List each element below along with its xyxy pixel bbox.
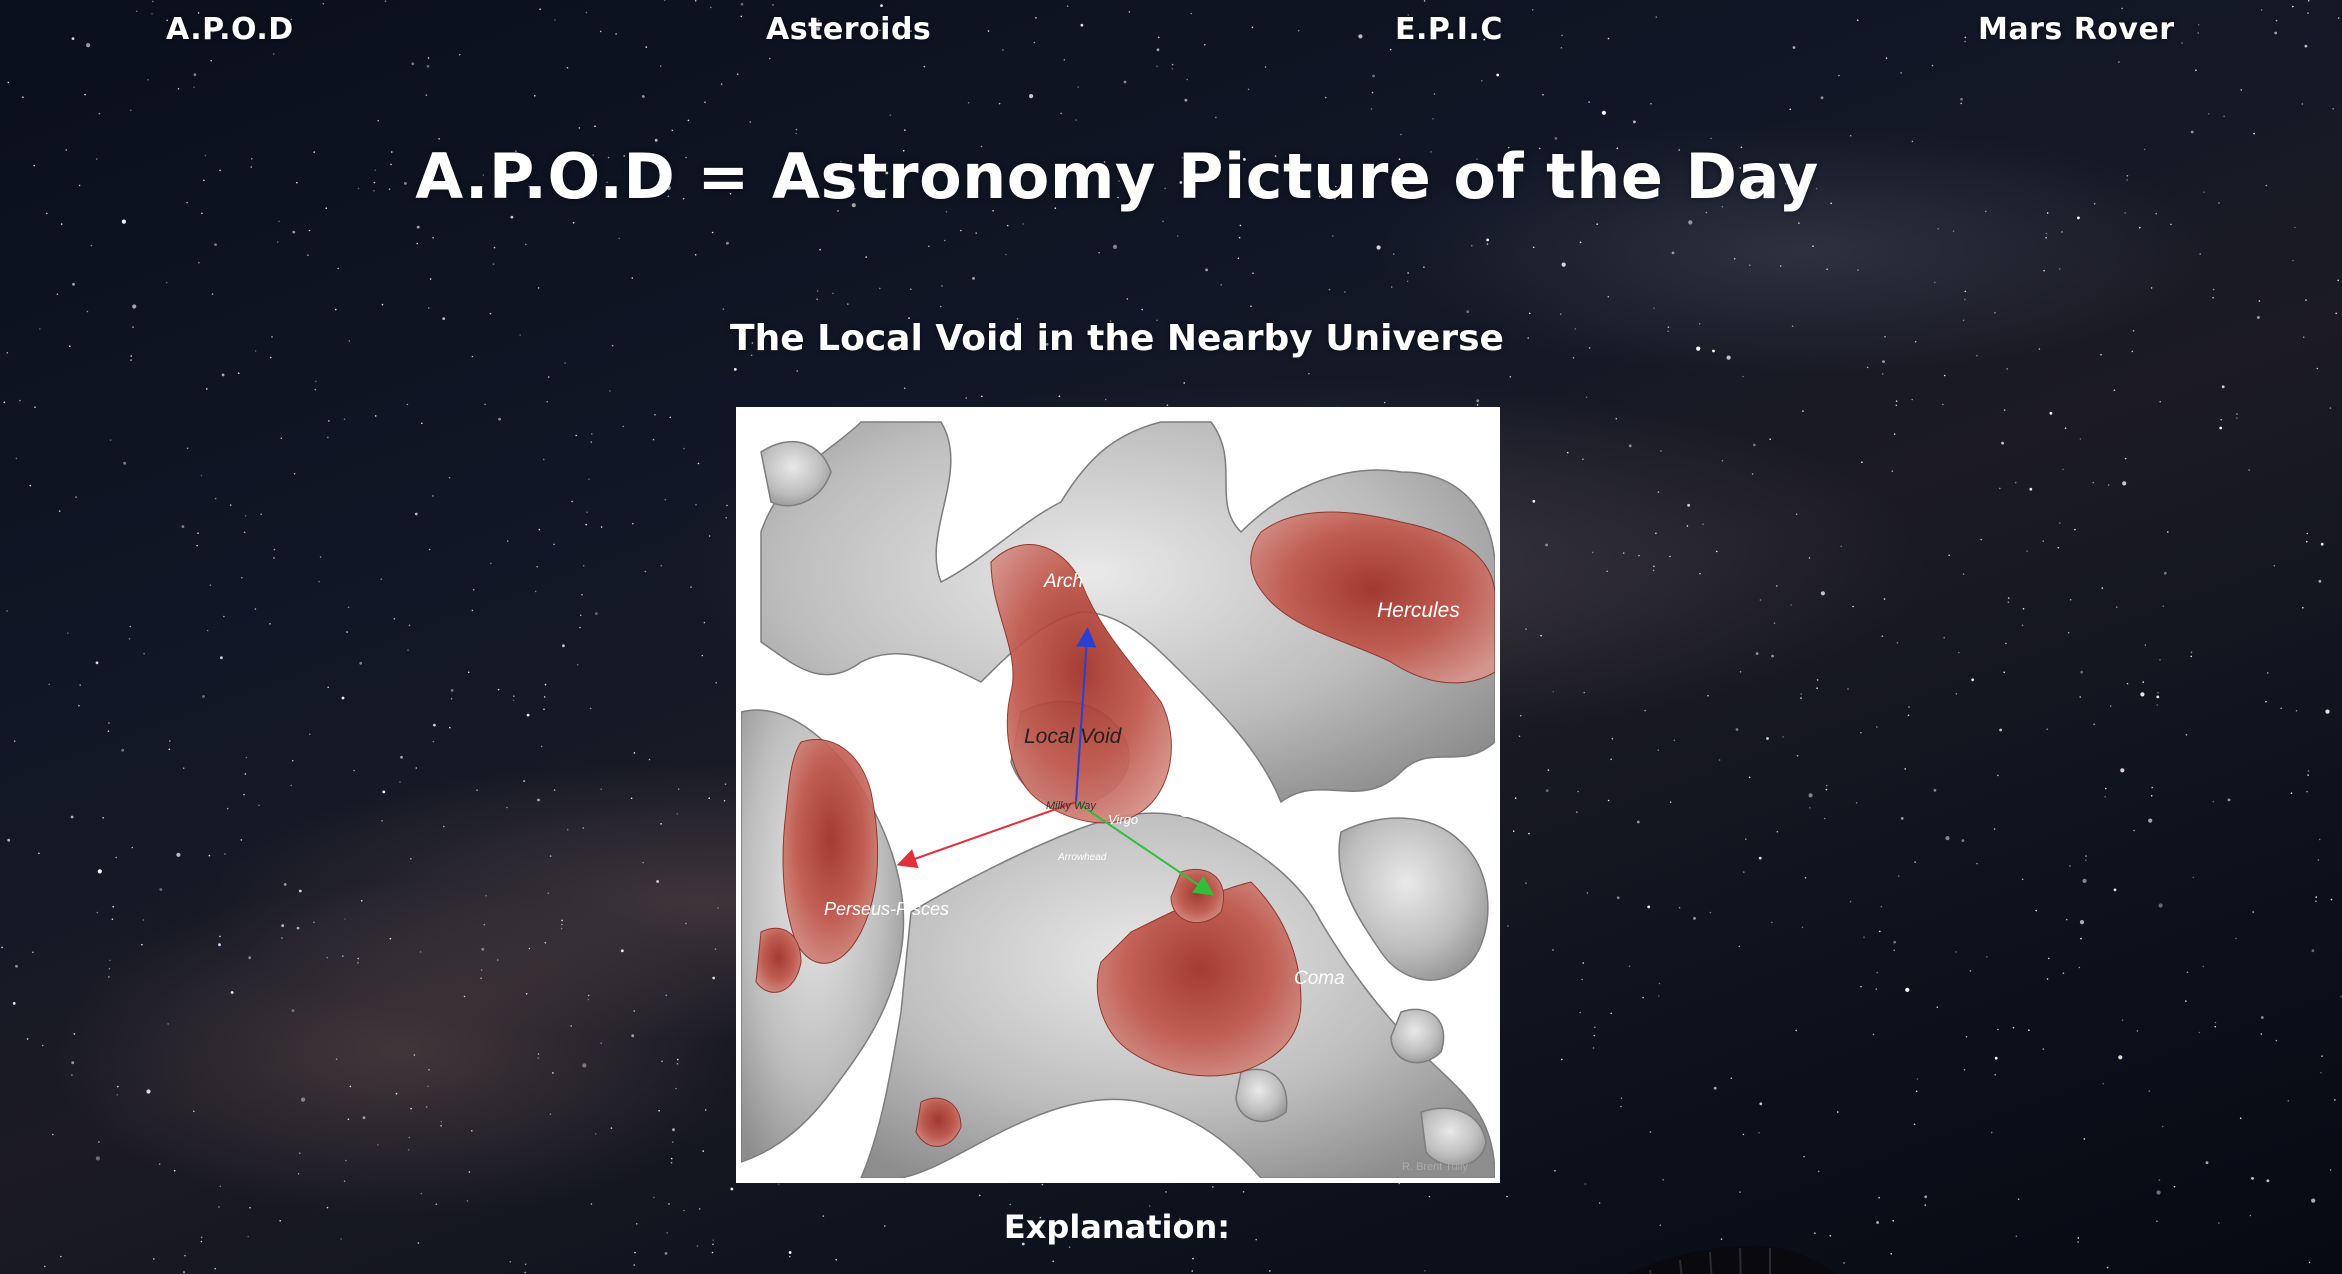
nav-link-mars-rover[interactable]: Mars Rover — [1978, 12, 2175, 47]
nav-link-asteroids[interactable]: Asteroids — [766, 12, 931, 47]
label-arch: Arch — [1043, 571, 1083, 592]
antenna-silhouette — [1626, 1245, 1836, 1274]
image-credit: R. Brent Tully — [1402, 1161, 1469, 1173]
label-virgo: Virgo — [1108, 812, 1138, 827]
apod-image-graphic: Arch Hercules Local Void Milky Way Virgo… — [741, 412, 1495, 1178]
top-nav: A.P.O.D Asteroids E.P.I.C Mars Rover — [0, 12, 2342, 56]
nav-link-epic[interactable]: E.P.I.C — [1395, 12, 1503, 47]
label-local-void: Local Void — [1024, 725, 1123, 748]
page-title: A.P.O.D = Astronomy Picture of the Day — [415, 140, 1819, 213]
page: A.P.O.D Asteroids E.P.I.C Mars Rover A.P… — [0, 0, 2342, 1274]
label-great-attractor: Great Attractor — [1179, 802, 1291, 821]
label-hercules: Hercules — [1377, 599, 1460, 622]
explanation-heading: Explanation: — [1003, 1208, 1231, 1246]
label-coma: Coma — [1294, 968, 1345, 989]
nav-link-apod[interactable]: A.P.O.D — [166, 12, 294, 47]
label-milky-way: Milky Way — [1046, 800, 1097, 812]
apod-image[interactable]: Arch Hercules Local Void Milky Way Virgo… — [736, 407, 1500, 1183]
apod-title: The Local Void in the Nearby Universe — [730, 318, 1504, 359]
label-arrowhead: Arrowhead — [1057, 852, 1107, 863]
label-perseus-pisces: Perseus-Pisces — [824, 899, 949, 919]
